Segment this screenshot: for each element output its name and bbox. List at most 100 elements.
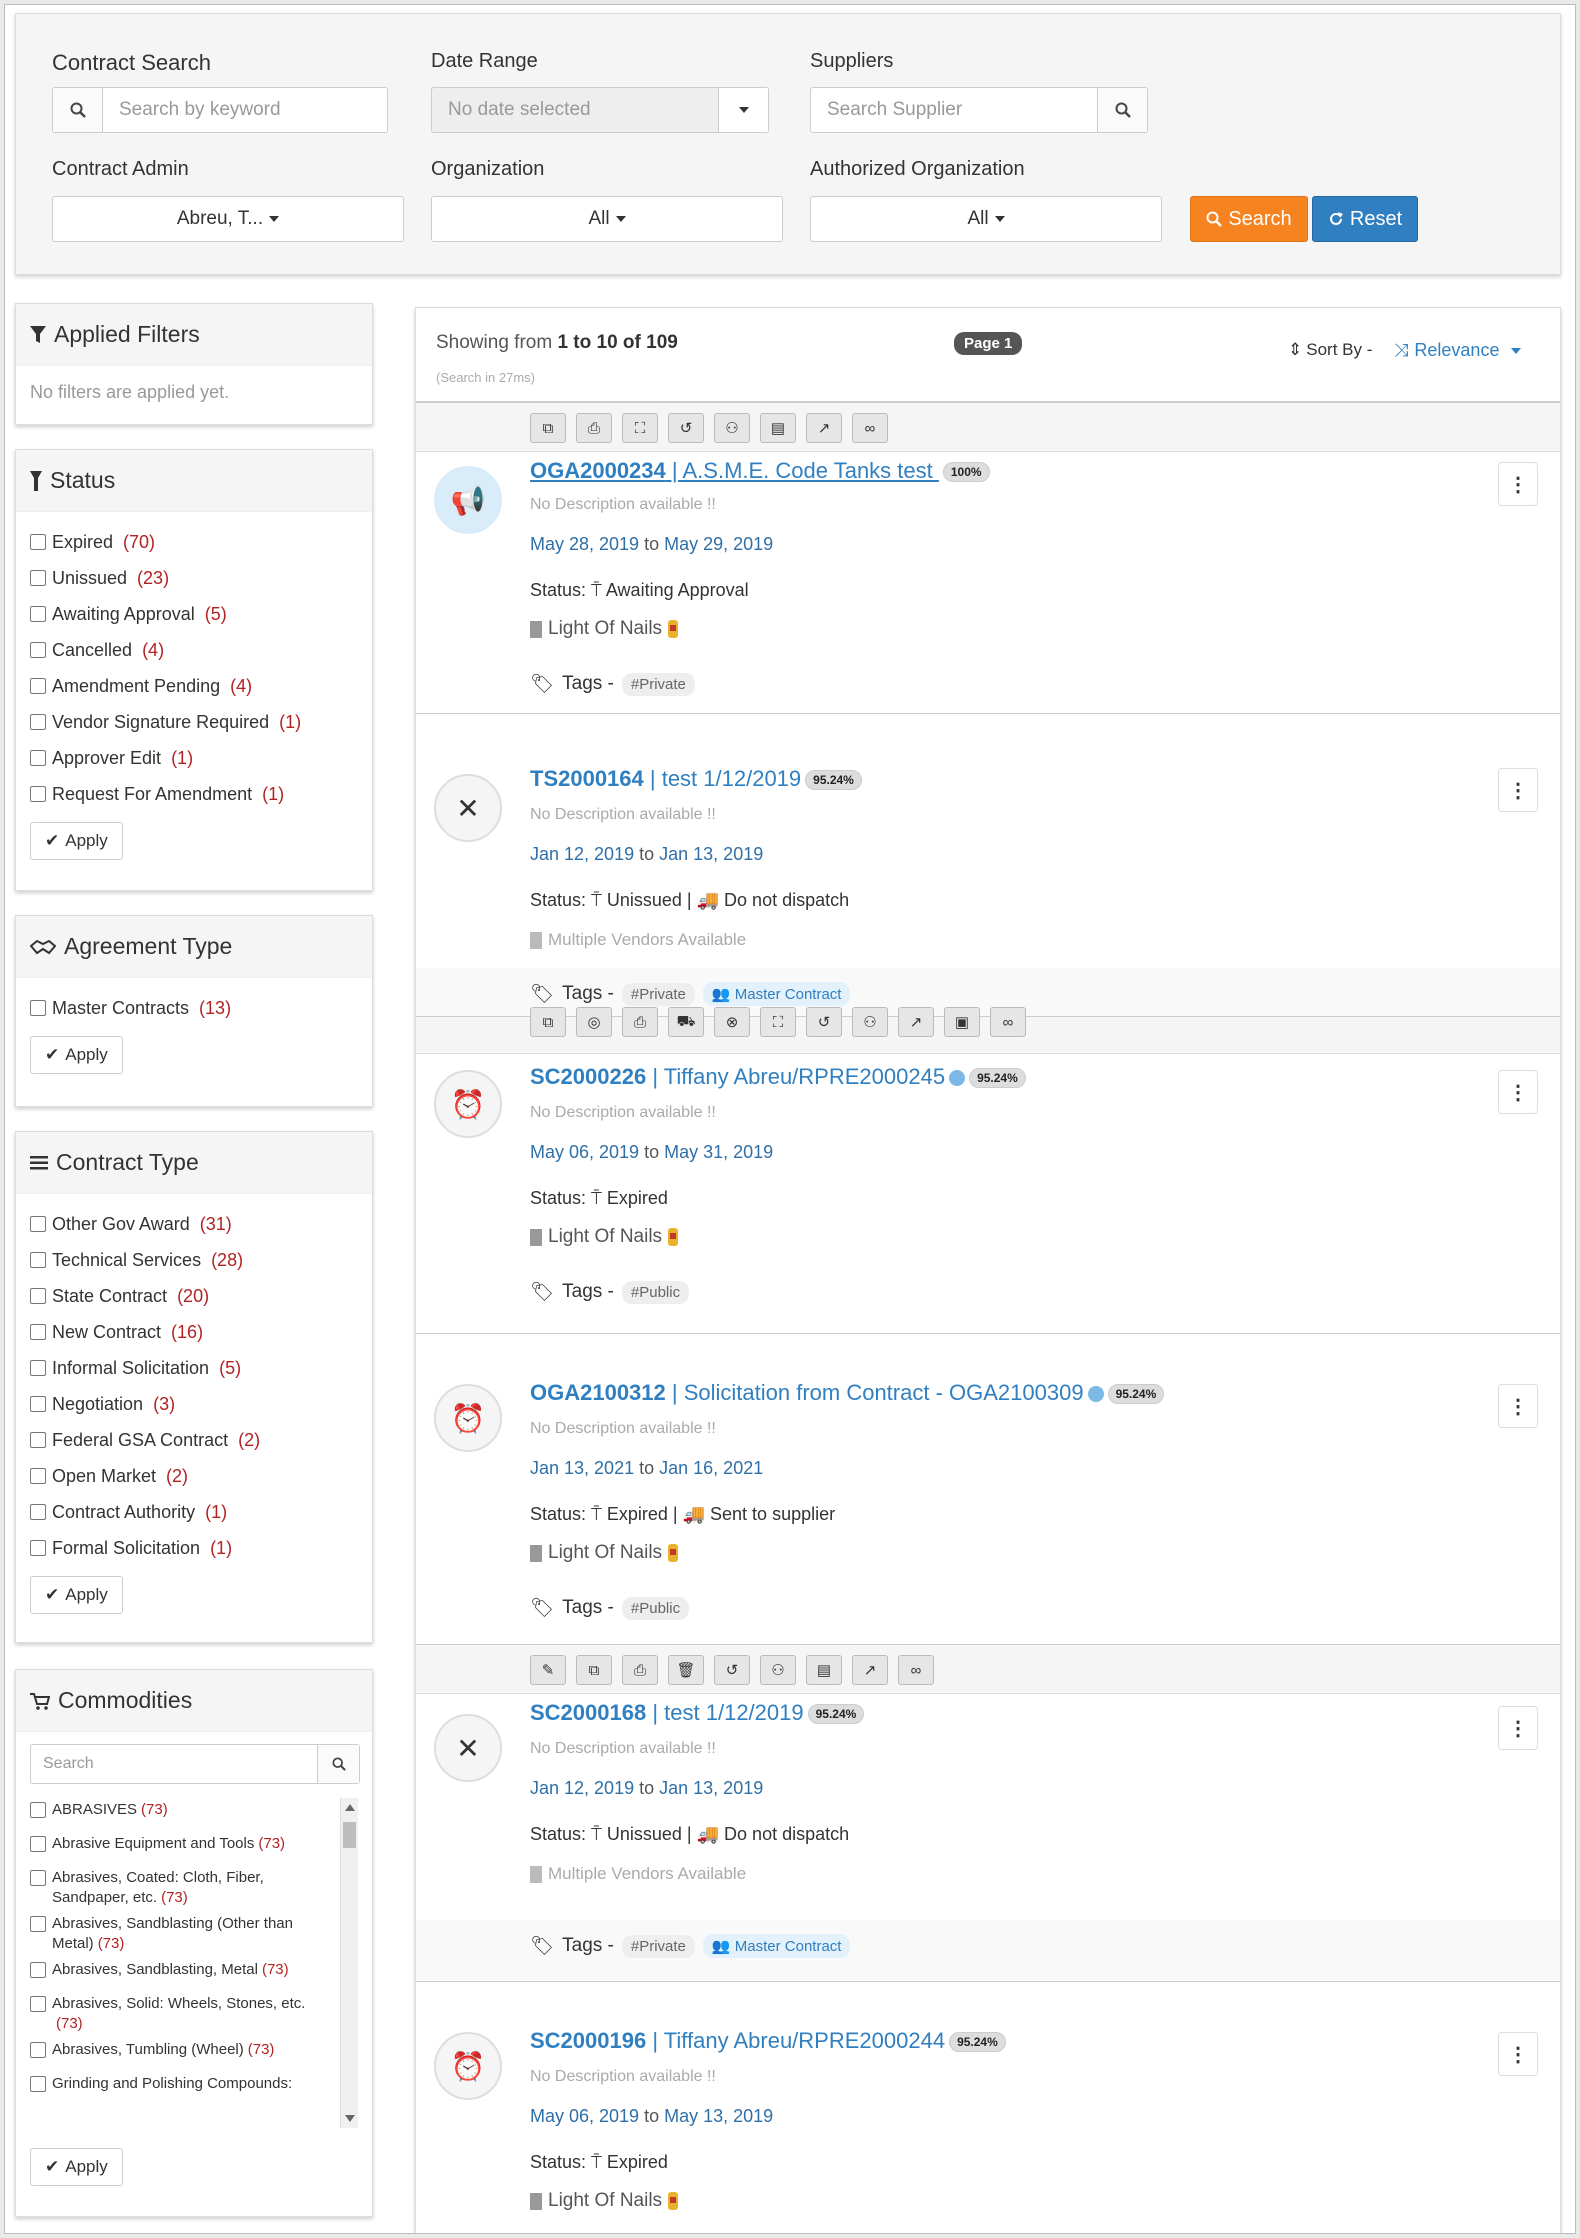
checkbox-commodity[interactable]: Grinding and Polishing Compounds:	[30, 2068, 358, 2102]
more-options-icon[interactable]: ⋮	[1498, 1706, 1538, 1750]
checkbox[interactable]	[30, 1216, 46, 1232]
users-icon[interactable]: ⚇	[760, 1655, 796, 1685]
clipboard-icon[interactable]: ▤	[806, 1655, 842, 1685]
checkbox[interactable]	[30, 1802, 46, 1818]
checkbox[interactable]	[30, 642, 46, 658]
sort-dropdown[interactable]: ⤨ Relevance	[1394, 340, 1522, 361]
checkbox-open-market[interactable]: Open Market (2)	[30, 1458, 358, 1494]
date-dropdown-icon[interactable]	[718, 88, 768, 132]
scroll-up-icon[interactable]	[345, 1804, 355, 1811]
edit-icon[interactable]: ✎	[530, 1655, 566, 1685]
link-icon[interactable]: ∞	[990, 1007, 1026, 1037]
checkbox[interactable]	[30, 2076, 46, 2092]
checkbox-commodity[interactable]: ABRASIVES (73)	[30, 1794, 358, 1828]
date-range-field[interactable]: No date selected	[431, 87, 769, 133]
print-icon[interactable]: ⎙	[622, 1007, 658, 1037]
checkbox-commodity[interactable]: Abrasives, Coated: Cloth, Fiber, Sandpap…	[30, 1862, 358, 1908]
checkbox-technical-services[interactable]: Technical Services (28)	[30, 1242, 358, 1278]
clipboard-icon[interactable]: ▤	[760, 413, 796, 443]
checkbox-commodity[interactable]: Abrasives, Tumbling (Wheel) (73)	[30, 2034, 358, 2068]
checkbox[interactable]	[30, 1962, 46, 1978]
checkbox-commodity[interactable]: Abrasive Equipment and Tools (73)	[30, 1828, 358, 1862]
checkbox[interactable]	[30, 1504, 46, 1520]
scroll-thumb[interactable]	[343, 1822, 356, 1848]
cancel-icon[interactable]: ⊗	[714, 1007, 750, 1037]
checkbox-request-amendment[interactable]: Request For Amendment (1)	[30, 776, 358, 812]
contract-title-link[interactable]: TS2000164 | test 1/12/2019 95.24%	[530, 766, 862, 792]
contract-type-apply-button[interactable]: ✔ Apply	[30, 1576, 123, 1614]
agreement-apply-button[interactable]: ✔ Apply	[30, 1036, 123, 1074]
checkbox[interactable]	[30, 1288, 46, 1304]
checkbox[interactable]	[30, 2042, 46, 2058]
more-options-icon[interactable]: ⋮	[1498, 1384, 1538, 1428]
checkbox-cancelled[interactable]: Cancelled (4)	[30, 632, 358, 668]
status-apply-button[interactable]: ✔ Apply	[30, 822, 123, 860]
save-icon[interactable]: ▣	[944, 1007, 980, 1037]
checkbox[interactable]	[30, 570, 46, 586]
commodity-search-icon[interactable]	[317, 1745, 359, 1783]
scroll-down-icon[interactable]	[345, 2115, 355, 2122]
search-button[interactable]: Search	[1190, 196, 1308, 242]
keyword-search-input[interactable]	[103, 88, 387, 132]
checkbox-master-contracts[interactable]: Master Contracts (13)	[30, 990, 358, 1026]
checkbox-commodity[interactable]: Abrasives, Sandblasting (Other than Meta…	[30, 1908, 358, 1954]
checkbox[interactable]	[30, 1996, 46, 2012]
checkbox[interactable]	[30, 534, 46, 550]
more-options-icon[interactable]: ⋮	[1498, 768, 1538, 812]
checkbox-formal-solicitation[interactable]: Formal Solicitation (1)	[30, 1530, 358, 1566]
users-icon[interactable]: ⚇	[714, 413, 750, 443]
more-options-icon[interactable]: ⋮	[1498, 2032, 1538, 2076]
users-icon[interactable]: ⚇	[852, 1007, 888, 1037]
truck-icon[interactable]: ⛟	[668, 1007, 704, 1037]
checkbox[interactable]	[30, 1252, 46, 1268]
contract-title-link[interactable]: SC2000168 | test 1/12/2019 95.24%	[530, 1700, 865, 1726]
commodity-list[interactable]: ABRASIVES (73) Abrasive Equipment and Too…	[30, 1794, 358, 2134]
more-options-icon[interactable]: ⋮	[1498, 1070, 1538, 1114]
checkbox-commodity[interactable]: Abrasives, Solid: Wheels, Stones, etc. (7…	[30, 1988, 358, 2034]
trash-icon[interactable]: 🗑	[668, 1655, 704, 1685]
reset-button[interactable]: Reset	[1312, 196, 1418, 242]
checkbox[interactable]	[30, 1540, 46, 1556]
checkbox[interactable]	[30, 1916, 46, 1932]
checkbox[interactable]	[30, 1870, 46, 1886]
auth-org-dropdown[interactable]: All	[810, 196, 1162, 242]
history-icon[interactable]: ↺	[714, 1655, 750, 1685]
checkbox-amendment-pending[interactable]: Amendment Pending (4)	[30, 668, 358, 704]
checkbox[interactable]	[30, 714, 46, 730]
checkbox[interactable]	[30, 750, 46, 766]
more-options-icon[interactable]: ⋮	[1498, 462, 1538, 506]
checkbox-contract-authority[interactable]: Contract Authority (1)	[30, 1494, 358, 1530]
checkbox-informal-solicitation[interactable]: Informal Solicitation (5)	[30, 1350, 358, 1386]
print-icon[interactable]: ⎙	[622, 1655, 658, 1685]
history-icon[interactable]: ↺	[668, 413, 704, 443]
checkbox[interactable]	[30, 1836, 46, 1852]
checkbox-vendor-signature[interactable]: Vendor Signature Required (1)	[30, 704, 358, 740]
external-link-icon[interactable]: ↗	[898, 1007, 934, 1037]
checkbox[interactable]	[30, 1432, 46, 1448]
organization-dropdown[interactable]: All	[431, 196, 783, 242]
sitemap-icon[interactable]: ⛶	[760, 1007, 796, 1037]
print-icon[interactable]: ⎙	[576, 413, 612, 443]
checkbox-other-gov-award[interactable]: Other Gov Award (31)	[30, 1206, 358, 1242]
checkbox-new-contract[interactable]: New Contract (16)	[30, 1314, 358, 1350]
sitemap-icon[interactable]: ⛶	[622, 413, 658, 443]
checkbox-state-contract[interactable]: State Contract (20)	[30, 1278, 358, 1314]
checkbox[interactable]	[30, 1360, 46, 1376]
checkbox[interactable]	[30, 1324, 46, 1340]
history-icon[interactable]: ↺	[806, 1007, 842, 1037]
supplier-search-input[interactable]	[811, 88, 1097, 132]
checkbox-expired[interactable]: Expired (70)	[30, 524, 358, 560]
checkbox[interactable]	[30, 678, 46, 694]
link-icon[interactable]: ∞	[898, 1655, 934, 1685]
checkbox[interactable]	[30, 1000, 46, 1016]
external-link-icon[interactable]: ↗	[852, 1655, 888, 1685]
copy-icon[interactable]: ⧉	[530, 413, 566, 443]
copy-icon[interactable]: ⧉	[530, 1007, 566, 1037]
checkbox-negotiation[interactable]: Negotiation (3)	[30, 1386, 358, 1422]
contract-title-link[interactable]: OGA2100312 | Solicitation from Contract …	[530, 1380, 1165, 1406]
commodity-search-input[interactable]	[31, 1745, 317, 1783]
contract-title-link[interactable]: SC2000226 | Tiffany Abreu/RPRE2000245 95.…	[530, 1064, 1026, 1090]
checkbox-unissued[interactable]: Unissued (23)	[30, 560, 358, 596]
checkbox-commodity[interactable]: Abrasives, Sandblasting, Metal (73)	[30, 1954, 358, 1988]
compass-icon[interactable]: ◎	[576, 1007, 612, 1037]
